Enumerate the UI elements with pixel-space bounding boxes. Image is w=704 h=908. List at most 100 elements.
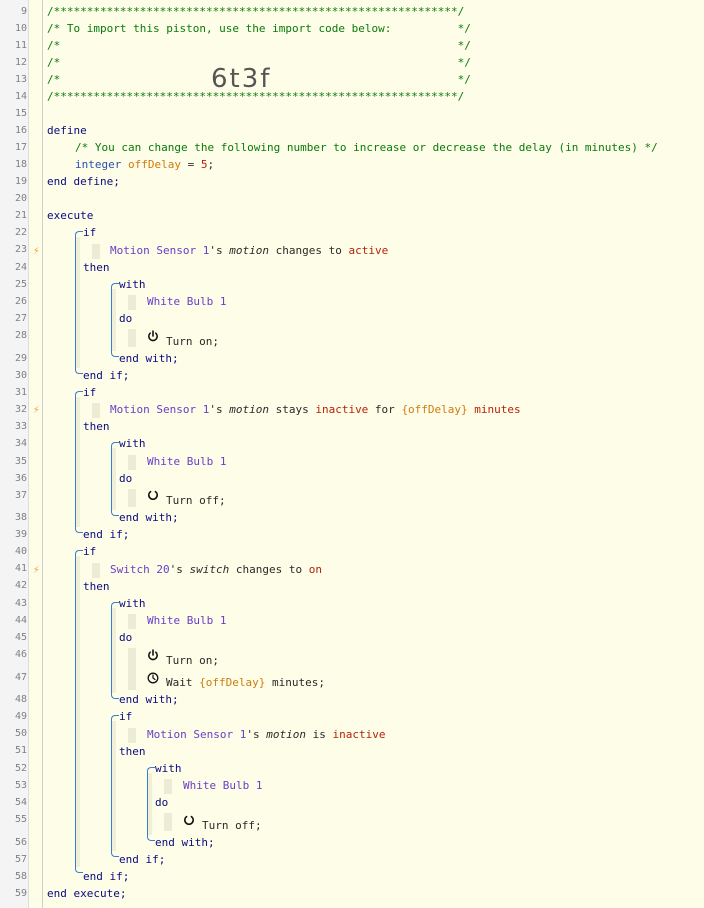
then-keyword: then [83,420,110,433]
variable-declaration[interactable]: integer offDelay = 5; [75,158,214,172]
comparison-value: on [308,563,322,576]
task-text[interactable]: Turn off; [202,819,262,833]
device-name: Motion Sensor 1 [110,403,210,416]
task-indent [164,813,172,831]
condition[interactable]: Motion Sensor 1's motion stays inactive … [110,403,521,417]
line-number: 51 [14,745,27,756]
condition-indent [128,728,136,743]
power-icon [148,330,158,342]
with-bracket [111,448,116,510]
target-indent [128,614,136,629]
clock-icon [147,672,159,684]
with-keyword[interactable]: with [119,278,146,292]
condition-indent [92,244,100,259]
header-import-line: /* To import this piston, use the import… [47,22,471,35]
condition[interactable]: Motion Sensor 1's motion changes to acti… [110,244,388,258]
line-number: 37 [14,490,27,501]
then-keyword: then [83,261,110,274]
line-number: 24 [14,262,27,273]
target-device[interactable]: White Bulb 1 [183,779,262,793]
line-number: 19 [14,176,27,187]
line-number: 46 [14,649,27,660]
target-device[interactable]: White Bulb 1 [147,455,226,469]
line-number: 16 [14,125,27,136]
line-number: 59 [14,888,27,899]
target-device[interactable]: White Bulb 1 [147,614,226,628]
power-icon [148,649,158,661]
line-number: 27 [14,313,27,324]
task-text[interactable]: Turn off; [166,494,226,508]
wait-task[interactable]: Wait {offDelay} minutes; [166,676,325,690]
piston-import-code[interactable]: 6t3f [211,64,271,94]
line-number: 53 [14,780,27,791]
end-execute-keyword: end execute; [47,887,127,900]
line-number: 11 [14,40,27,51]
condition[interactable]: Motion Sensor 1's motion is inactive [147,728,385,742]
end-if-keyword: end if; [83,369,130,382]
line-number: 29 [14,353,27,364]
do-keyword: do [119,631,133,644]
if-bracket-bottom [75,368,83,374]
if-keyword[interactable]: if [119,710,132,724]
line-number: 40 [14,546,27,557]
if-keyword[interactable]: if [83,545,96,559]
line-number: 22 [14,227,27,238]
with-bracket [111,608,116,693]
task-text: minutes; [265,676,325,689]
line-number: 28 [14,330,27,341]
line-number: 54 [14,797,27,808]
possessive: 's [209,244,230,257]
line-number: 47 [14,672,27,683]
line-number: 45 [14,632,27,643]
line-number: 33 [14,421,27,432]
condition[interactable]: Switch 20's switch changes to on [110,563,322,577]
target-device[interactable]: White Bulb 1 [147,295,226,309]
attribute-name: motion [229,244,269,257]
with-keyword[interactable]: with [119,437,146,451]
line-number: 41 [14,563,27,574]
if-bracket-bottom [75,527,83,533]
line-number: 34 [14,438,27,449]
comparison-op: is [305,728,333,741]
statement-end: ; [207,158,215,171]
assign-op: = [180,158,201,171]
with-keyword[interactable]: with [155,762,182,776]
line-number: 55 [14,814,27,825]
device-name: Switch 20 [110,563,170,576]
condition-indent [92,563,100,578]
comparison-value: active [348,244,389,257]
line-number: 12 [14,57,27,68]
line-number: 49 [14,711,27,722]
with-bracket-bottom [147,835,155,841]
execute-keyword: execute [47,209,94,222]
trigger-bolt-icon: ⚡ [33,403,40,416]
line-number: 43 [14,598,27,609]
end-with-keyword: end with; [119,511,179,524]
expression: {offDelay} [401,403,468,416]
if-keyword[interactable]: if [83,386,96,400]
possessive: 's [246,728,267,741]
with-bracket-bottom [111,693,119,699]
task-text[interactable]: Turn on; [166,335,219,349]
header-blank-line: /* */ [47,39,471,52]
line-number: 36 [14,473,27,484]
line-number: 23 [14,244,27,255]
condition-indent [92,403,100,418]
line-number: 44 [14,615,27,626]
task-indent [128,329,136,347]
then-keyword: then [119,745,146,758]
duration-op: for [368,403,402,416]
duration-unit: minutes [467,403,521,416]
if-bracket [111,721,116,851]
target-indent [164,779,172,794]
circle-off-icon [148,490,158,500]
line-number: 20 [14,193,27,204]
end-with-keyword: end with; [155,836,215,849]
if-keyword[interactable]: if [83,226,96,240]
task-text[interactable]: Turn on; [166,654,219,668]
line-number: 42 [14,580,27,591]
with-keyword[interactable]: with [119,597,146,611]
line-number: 58 [14,871,27,882]
line-number: 17 [14,142,27,153]
comparison-value: inactive [332,728,386,741]
